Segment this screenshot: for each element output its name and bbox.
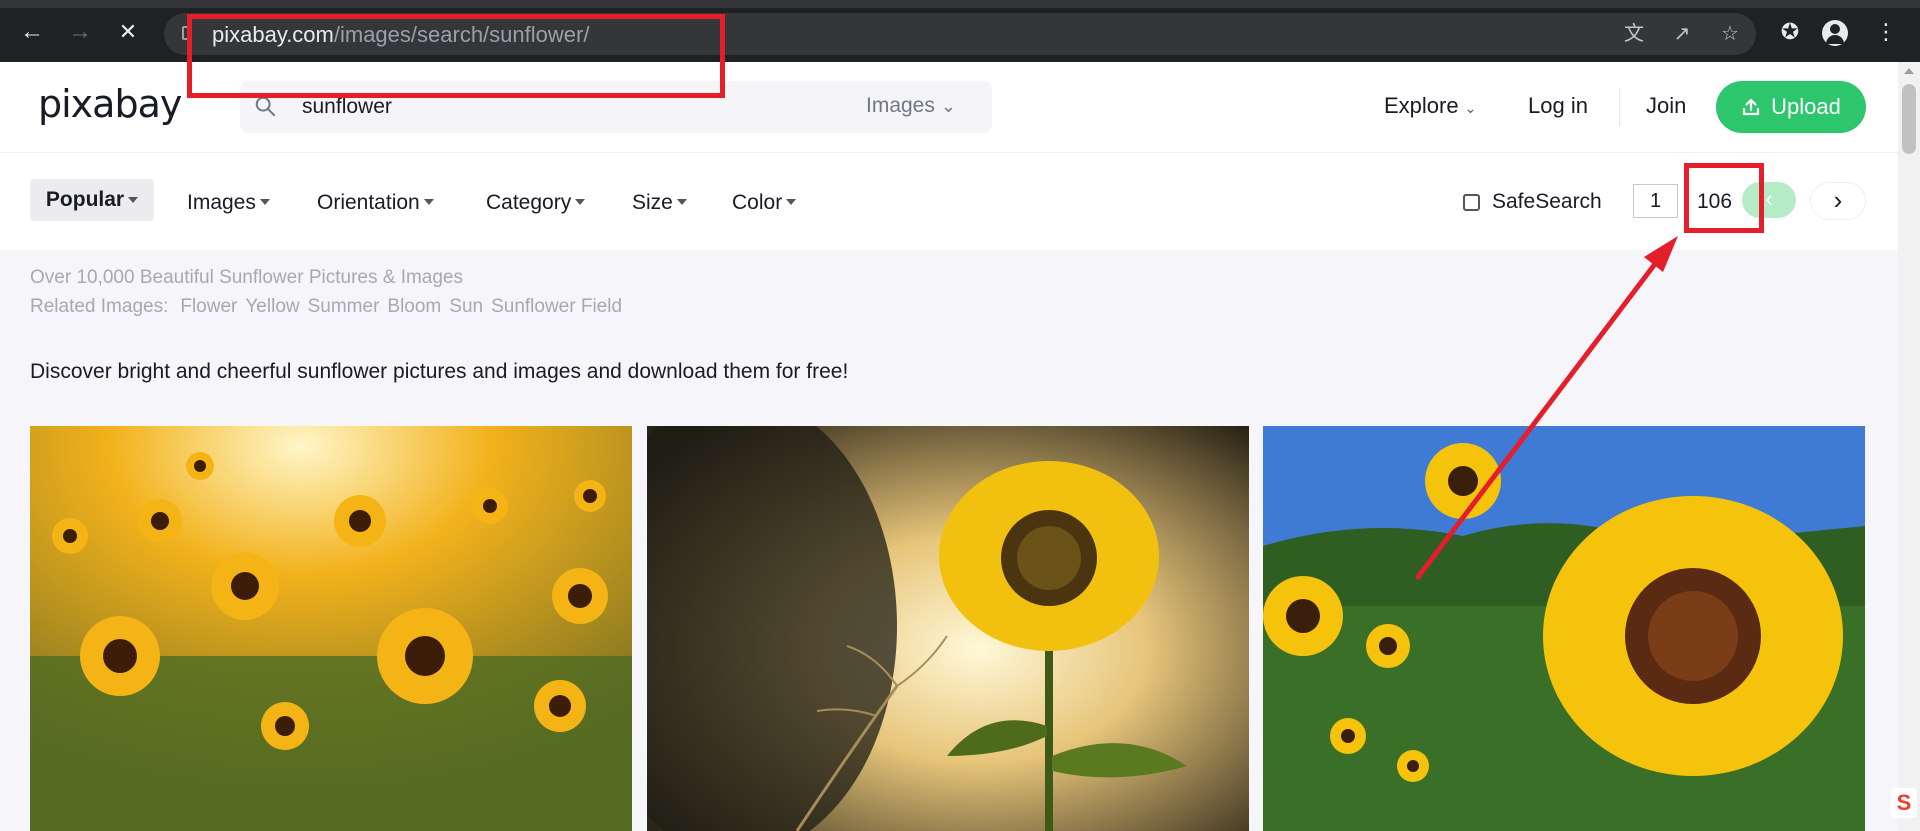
bookmark-star-icon[interactable]: ☆ [1718, 22, 1742, 46]
safesearch-toggle[interactable]: SafeSearch [1463, 190, 1602, 214]
share-icon[interactable]: ↗ [1670, 22, 1694, 46]
page-number-input[interactable] [1633, 184, 1678, 218]
filter-category[interactable]: Category [486, 191, 586, 215]
filter-label: Color [732, 191, 783, 214]
pixabay-page: pixabay Images⌄ Explore⌄ Log in Join Upl… [0, 62, 1898, 831]
search-icon[interactable] [254, 95, 276, 117]
related-tag[interactable]: Yellow [245, 296, 299, 318]
filter-label: Category [486, 191, 572, 214]
related-tag[interactable]: Flower [180, 296, 237, 318]
filter-label: Orientation [317, 191, 420, 214]
upload-icon [1743, 98, 1760, 116]
filter-bar: Popular Images Orientation Category Size… [0, 152, 1898, 250]
sunflowers-blue-sky-image [1263, 426, 1865, 831]
results-subtitle: Over 10,000 Beautiful Sunflower Pictures… [30, 267, 464, 288]
image-result-sunflower-field[interactable] [30, 426, 632, 831]
translate-icon[interactable]: 文 [1622, 22, 1646, 46]
sort-popular-dropdown[interactable]: Popular [30, 179, 154, 221]
chevron-right-icon: › [1833, 185, 1843, 215]
filter-orientation[interactable]: Orientation [317, 191, 434, 215]
caret-down-icon [423, 199, 434, 205]
sunflower-field-image [30, 426, 632, 831]
caret-down-icon [575, 199, 586, 205]
filter-label: Images [187, 191, 256, 214]
image-result-sunflowers-blue-sky[interactable] [1263, 426, 1865, 831]
upload-label: Upload [1771, 94, 1841, 119]
related-images: Related Images: Flower Yellow Summer Blo… [30, 296, 622, 318]
related-tag[interactable]: Sun [449, 296, 483, 318]
safesearch-checkbox[interactable] [1463, 193, 1480, 211]
caret-down-icon [786, 199, 797, 205]
image-result-sunflower-sunset[interactable] [647, 426, 1249, 831]
related-tag[interactable]: Bloom [387, 296, 441, 318]
results-description: Discover bright and cheerful sunflower p… [30, 360, 849, 383]
upload-button[interactable]: Upload [1716, 81, 1866, 133]
scrollbar-thumb[interactable] [1902, 84, 1916, 154]
search-type-label: Images [866, 94, 935, 117]
join-link[interactable]: Join [1646, 93, 1686, 119]
chevron-down-icon: ⌄ [940, 96, 956, 116]
next-page-button[interactable]: › [1810, 182, 1866, 220]
related-tag[interactable]: Sunflower Field [491, 296, 622, 318]
chevron-left-icon: ‹ [1765, 186, 1773, 211]
related-tag[interactable]: Summer [308, 296, 380, 318]
annotation-box-url [187, 14, 725, 98]
annotation-box-page-total [1684, 163, 1764, 233]
stop-loading-button[interactable]: ✕ [114, 18, 142, 46]
sort-label: Popular [45, 188, 125, 211]
caret-down-icon [128, 197, 139, 203]
login-link[interactable]: Log in [1528, 93, 1588, 119]
scroll-up-arrow-icon[interactable] [1904, 68, 1914, 74]
forward-button[interactable]: → [66, 18, 94, 46]
explore-label: Explore [1384, 93, 1459, 118]
extensions-icon[interactable]: ✪ [1776, 18, 1804, 46]
filter-color[interactable]: Color [732, 191, 797, 215]
filter-size[interactable]: Size [632, 191, 687, 215]
ime-s-icon[interactable]: S [1891, 788, 1917, 818]
tab-strip [0, 0, 1920, 8]
profile-avatar-icon[interactable] [1822, 20, 1848, 46]
chevron-down-icon: ⌄ [1464, 100, 1477, 116]
caret-down-icon [676, 199, 687, 205]
filter-label: Size [632, 191, 673, 214]
header-divider [1619, 88, 1620, 126]
pixabay-logo[interactable]: pixabay [38, 82, 182, 126]
safesearch-label: SafeSearch [1492, 190, 1602, 213]
search-type-dropdown[interactable]: Images ⌄ [866, 94, 956, 118]
filter-images[interactable]: Images [187, 191, 270, 215]
sunflower-sunset-image [647, 426, 1249, 831]
chrome-menu-icon[interactable]: ⋮ [1872, 18, 1900, 46]
explore-menu[interactable]: Explore ⌄ [1384, 93, 1476, 119]
page-scrollbar[interactable] [1898, 62, 1920, 831]
related-label: Related Images: [30, 296, 169, 317]
caret-down-icon [259, 199, 270, 205]
back-button[interactable]: ← [18, 18, 46, 46]
